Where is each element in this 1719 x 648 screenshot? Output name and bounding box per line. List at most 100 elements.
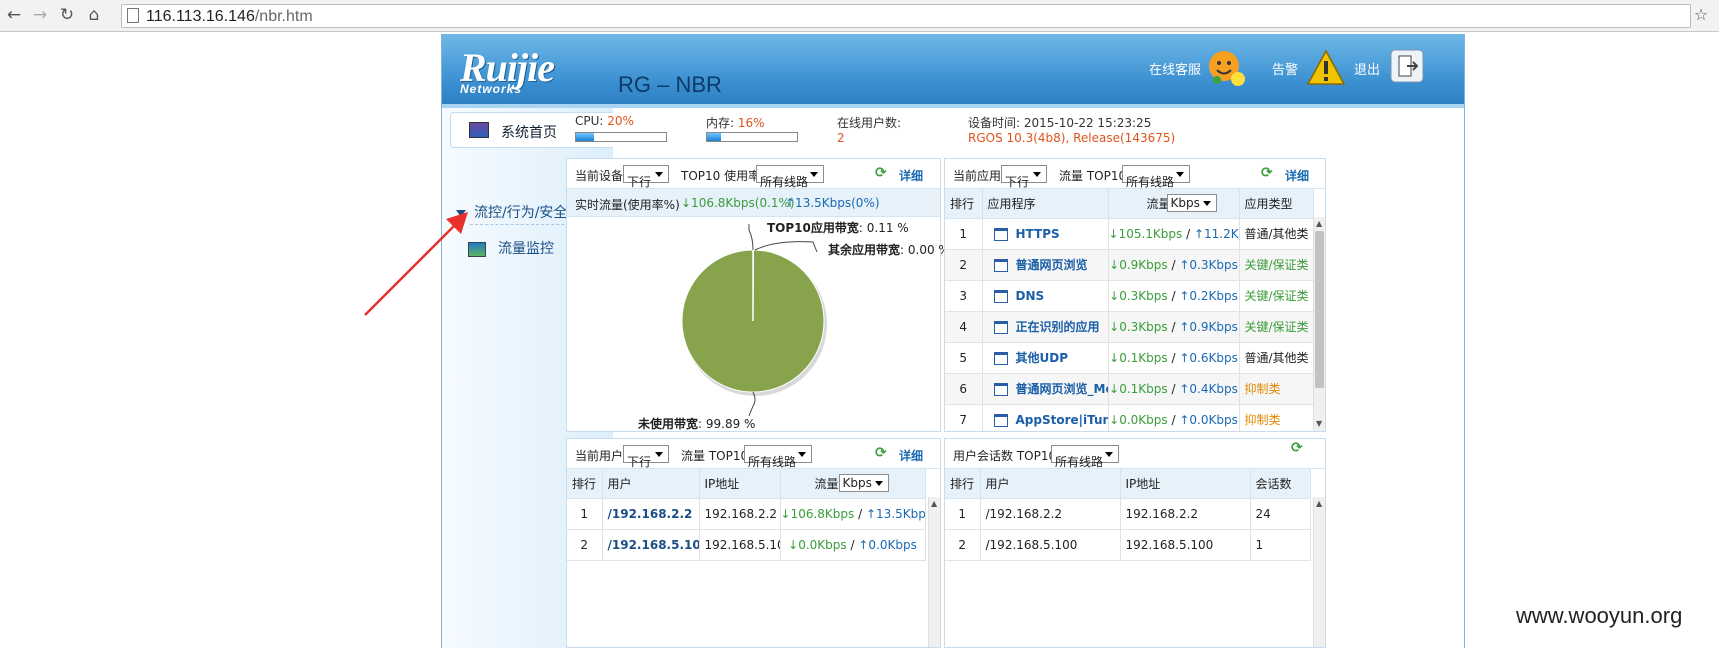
- session-count: 1: [1250, 529, 1311, 561]
- refresh-icon[interactable]: ⟳: [875, 166, 891, 180]
- realtime-up: ↑13.5Kbps(0%): [785, 196, 880, 210]
- bookmark-star-icon[interactable]: ☆: [1690, 4, 1712, 26]
- user-traffic-table: 排行 用户 IP地址 流量 Kbps 1/192.168.2.2 192.168.2…: [567, 469, 926, 561]
- logout-link[interactable]: 退出: [1354, 59, 1380, 78]
- watermark: www.wooyun.org: [1516, 603, 1683, 628]
- session-table-scrollbar[interactable]: ▲: [1313, 497, 1325, 647]
- app-name-cell[interactable]: HTTPS: [982, 218, 1109, 250]
- cpu-progress-bar: [575, 132, 667, 142]
- device-direction-select[interactable]: 下行: [623, 165, 669, 189]
- user-name[interactable]: /192.168.5.100: [602, 529, 700, 561]
- pie-label-unused-value: : 99.89 %: [698, 417, 756, 431]
- app-type: 抑制类: [1239, 373, 1314, 405]
- app-name[interactable]: 普通网页浏览: [1016, 258, 1088, 272]
- app-panel: 当前应用 下行 流量 TOP10 所有线路 ⟳ 详细 排行 应用程序 流量 Kbp…: [944, 158, 1326, 432]
- memory-status: 内存: 16%: [706, 114, 765, 131]
- app-name[interactable]: 普通网页浏览_Mol: [1016, 382, 1108, 396]
- red-arrow-annotation: [364, 212, 468, 316]
- address-bar[interactable]: 116.113.16.146/nbr.htm: [121, 4, 1691, 28]
- app-name[interactable]: AppStore|iTunes_: [1016, 413, 1108, 427]
- device-time: 设备时间: 2015-10-22 15:23:25: [968, 114, 1151, 131]
- refresh-icon[interactable]: ⟳: [1261, 166, 1277, 180]
- scroll-down-icon[interactable]: ▼: [1316, 419, 1322, 428]
- col-user: 用户: [602, 469, 700, 499]
- app-name[interactable]: HTTPS: [1016, 227, 1060, 241]
- device-detail-link[interactable]: 详细: [899, 167, 923, 184]
- app-traffic-down: ↓0.3Kbps: [1109, 319, 1168, 334]
- app-name-cell[interactable]: AppStore|iTunes_: [982, 404, 1109, 431]
- cpu-progress-fill: [576, 133, 594, 141]
- app-traffic: ↓105.1Kbps / ↑11.2Kbps: [1108, 218, 1240, 250]
- app-table-scrollbar[interactable]: ▲ ▼: [1313, 217, 1325, 431]
- forward-icon[interactable]: →: [29, 4, 51, 26]
- session-rank: 1: [945, 498, 981, 530]
- session-user: /192.168.2.2: [980, 498, 1121, 530]
- scroll-up-icon[interactable]: ▲: [1316, 219, 1322, 228]
- app-traffic-up: ↑0.3Kbps: [1179, 257, 1238, 272]
- user-line-select[interactable]: 所有线路: [744, 445, 812, 469]
- app-name-cell[interactable]: 其他UDP: [982, 342, 1109, 374]
- app-name[interactable]: DNS: [1016, 289, 1045, 303]
- pie-label-rest-value: : 0.00 %: [900, 243, 950, 257]
- app-detail-link[interactable]: 详细: [1285, 167, 1309, 184]
- user-name[interactable]: /192.168.2.2: [602, 498, 700, 530]
- app-name-cell[interactable]: 普通网页浏览_Mol: [982, 373, 1109, 405]
- cpu-status: CPU: 20%: [575, 114, 634, 128]
- user-detail-link[interactable]: 详细: [899, 447, 923, 464]
- app-traffic: ↓0.3Kbps / ↑0.9Kbps: [1108, 311, 1240, 343]
- alarm-warning-icon[interactable]: [1306, 48, 1346, 88]
- scrollbar-thumb[interactable]: [1315, 231, 1324, 388]
- user-unit-select[interactable]: Kbps: [838, 474, 889, 492]
- app-type: 关键/保证类: [1239, 311, 1314, 343]
- app-name-cell[interactable]: 普通网页浏览: [982, 249, 1109, 281]
- app-table-row: 7 AppStore|iTunes_↓0.0Kbps / ↑0.0Kbps抑制类: [945, 404, 1314, 431]
- online-service-icon[interactable]: [1207, 48, 1247, 88]
- home-icon[interactable]: ⌂: [83, 4, 105, 26]
- memory-progress-bar: [706, 132, 798, 142]
- logout-icon[interactable]: [1390, 49, 1424, 83]
- alarm-link[interactable]: 告警: [1272, 59, 1298, 78]
- refresh-icon[interactable]: ⟳: [1291, 441, 1307, 455]
- scroll-up-icon[interactable]: ▲: [931, 499, 937, 508]
- online-service-link[interactable]: 在线客服: [1149, 59, 1201, 78]
- app-line-select[interactable]: 所有线路: [1122, 165, 1190, 189]
- user-traffic-up: ↑0.0Kbps: [858, 537, 917, 552]
- user-direction-value: 下行: [627, 455, 652, 469]
- user-table-row: 1/192.168.2.2 192.168.2.2 ↓106.8Kbps / ↑13…: [567, 498, 926, 530]
- realtime-label: 实时流量(使用率%): [575, 198, 680, 212]
- pie-label-top10: TOP10应用带宽: 0.11 %: [767, 219, 909, 236]
- app-name[interactable]: 正在识别的应用: [1016, 320, 1100, 334]
- app-direction-select[interactable]: 下行: [1001, 165, 1047, 189]
- sidebar-group-label: 流控/行为/安全: [474, 205, 568, 221]
- reload-icon[interactable]: ↻: [56, 4, 78, 26]
- back-icon[interactable]: ←: [3, 4, 25, 26]
- col-rank: 排行: [945, 469, 981, 499]
- app-header: Ruijie Networks RG – NBR 在线客服 告警 退出: [442, 34, 1464, 108]
- device-panel-header: 当前设备 下行 TOP10 使用率 所有线路 ⟳ 详细: [567, 159, 940, 189]
- app-unit-select[interactable]: Kbps: [1166, 194, 1217, 212]
- device-direction-value: 下行: [627, 175, 652, 189]
- app-traffic: ↓0.0Kbps / ↑0.0Kbps: [1108, 404, 1240, 431]
- url-path: /nbr.htm: [254, 8, 313, 25]
- device-line-select[interactable]: 所有线路: [756, 165, 824, 189]
- user-unit-value: Kbps: [842, 476, 872, 490]
- scroll-up-icon[interactable]: ▲: [1316, 499, 1322, 508]
- app-name-cell[interactable]: 正在识别的应用: [982, 311, 1109, 343]
- user-direction-select[interactable]: 下行: [623, 445, 669, 469]
- app-name-cell[interactable]: DNS: [982, 280, 1109, 312]
- pie-leader-line-0: [748, 224, 754, 251]
- sidebar-item-traffic-monitor[interactable]: 流量监控: [468, 238, 554, 258]
- app-type: 普通/其他类: [1239, 218, 1314, 250]
- app-rank: 7: [945, 404, 983, 431]
- user-table-scrollbar[interactable]: ▲: [928, 497, 940, 647]
- user-traffic-down: ↓106.8Kbps: [780, 506, 855, 521]
- session-user: /192.168.5.100: [980, 529, 1121, 561]
- session-rank: 2: [945, 529, 981, 561]
- session-line-select[interactable]: 所有线路: [1051, 445, 1119, 469]
- refresh-icon[interactable]: ⟳: [875, 446, 891, 460]
- cpu-value: 20%: [607, 114, 634, 128]
- user-traffic: ↓0.0Kbps / ↑0.0Kbps: [780, 529, 926, 561]
- pie-label-unused-name: 未使用带宽: [638, 417, 699, 431]
- app-name[interactable]: 其他UDP: [1016, 351, 1069, 365]
- session-panel-header: 用户会话数 TOP10 所有线路 ⟳: [945, 439, 1325, 469]
